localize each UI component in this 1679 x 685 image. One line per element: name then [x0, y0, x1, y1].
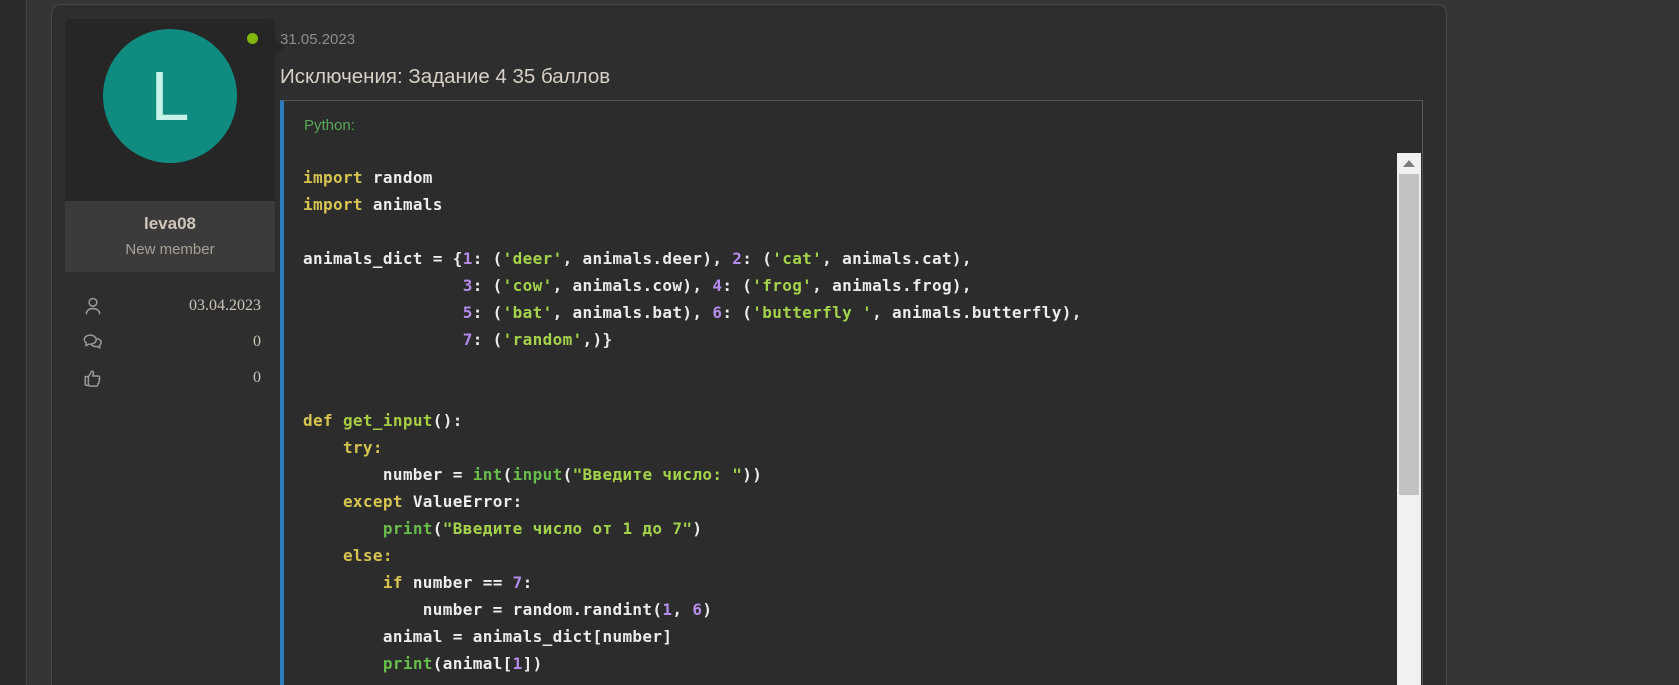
avatar[interactable]: L: [103, 29, 237, 163]
username-link[interactable]: leva08: [69, 214, 271, 234]
post-date-permalink[interactable]: 31.05.2023: [280, 31, 355, 48]
code-line: import animals: [303, 191, 1378, 218]
code-block: Python: import randomimport animals anim…: [280, 100, 1423, 685]
stat-row-joined: 03.04.2023: [82, 294, 261, 318]
code-line: animals_dict = {1: ('deer', animals.deer…: [303, 245, 1378, 272]
code-line: import random: [303, 164, 1378, 191]
code-line: try:: [303, 434, 1378, 461]
code-line: [303, 380, 1378, 407]
online-indicator: [247, 33, 258, 44]
likes-count: 0: [253, 369, 261, 387]
user-stats: 03.04.2023 0 0: [65, 272, 275, 390]
code-line: [303, 353, 1378, 380]
joined-date: 03.04.2023: [189, 297, 261, 315]
comments-icon: [82, 331, 104, 353]
stat-row-likes: 0: [82, 366, 261, 390]
code-language-label: Python:: [284, 101, 1422, 150]
code-line: if number == 7:: [303, 569, 1378, 596]
code-line: animal = animals_dict[number]: [303, 623, 1378, 650]
scrollbar-up-button[interactable]: [1397, 153, 1421, 174]
avatar-box: L: [65, 19, 275, 201]
stat-row-messages: 0: [82, 330, 261, 354]
user-cell: L leva08 New member 03.04.2023: [65, 19, 275, 402]
code-line: 7: ('random',)}: [303, 326, 1378, 353]
content-area: L leva08 New member 03.04.2023: [26, 0, 1679, 685]
messages-count: 0: [253, 333, 261, 351]
code-line: number = random.randint(1, 6): [303, 596, 1378, 623]
forum-page: { "post": { "date": "31.05.2023", "title…: [0, 0, 1679, 685]
user-role: New member: [69, 241, 271, 258]
code-line: 3: ('cow', animals.cow), 4: ('frog', ani…: [303, 272, 1378, 299]
code-line: print("Введите число от 1 до 7"): [303, 515, 1378, 542]
user-name-box: leva08 New member: [65, 201, 275, 272]
code-line: def get_input():: [303, 407, 1378, 434]
code-line: else:: [303, 542, 1378, 569]
scrollbar-track[interactable]: [1397, 153, 1421, 685]
forum-post: L leva08 New member 03.04.2023: [51, 4, 1447, 685]
code-line: number = int(input("Введите число: ")): [303, 461, 1378, 488]
scrollbar-up-arrow-icon: [1403, 160, 1415, 167]
post-title: Исключения: Задание 4 35 баллов: [280, 65, 610, 89]
code-line: 5: ('bat', animals.bat), 6: ('butterfly …: [303, 299, 1378, 326]
code-content[interactable]: import randomimport animals animals_dict…: [284, 150, 1422, 685]
user-icon: [82, 295, 104, 317]
code-line: [303, 218, 1378, 245]
code-line: except ValueError:: [303, 488, 1378, 515]
code-line: print(animal[1]): [303, 650, 1378, 677]
scrollbar-thumb[interactable]: [1399, 174, 1419, 495]
like-icon: [82, 367, 104, 389]
